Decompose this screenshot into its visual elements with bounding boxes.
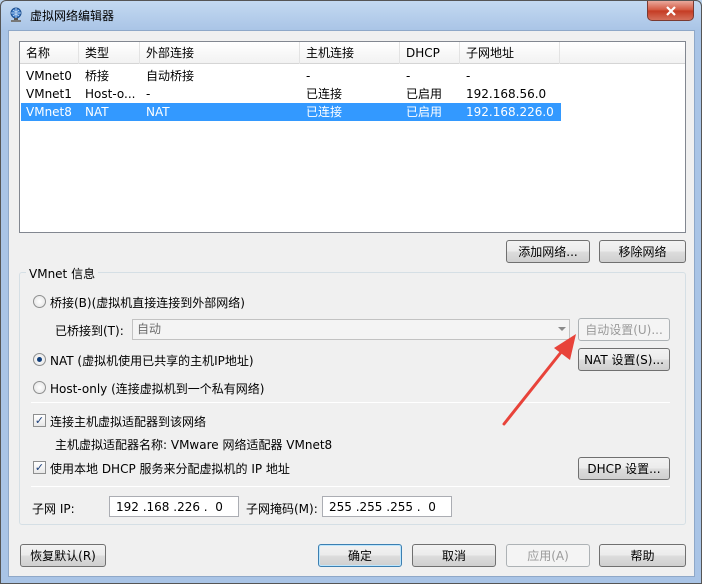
column-header-subnet[interactable]: 子网地址: [460, 42, 560, 64]
hostonly-radio-label[interactable]: Host-only (连接虚拟机到一个私有网络): [50, 380, 264, 397]
cell-name: VMnet8: [26, 105, 72, 119]
table-row-selected[interactable]: VMnet8 NAT NAT 已连接 已启用 192.168.226.0: [21, 103, 561, 121]
cell-dhcp: -: [406, 69, 411, 83]
close-button[interactable]: [647, 1, 694, 21]
cell-external: NAT: [146, 105, 170, 119]
nat-radio[interactable]: [33, 353, 46, 366]
auto-settings-button[interactable]: 自动设置(U)...: [578, 318, 670, 341]
cell-subnet: 192.168.56.0: [466, 87, 547, 101]
nat-radio-label[interactable]: NAT (虚拟机使用已共享的主机IP地址): [50, 352, 254, 369]
cell-name: VMnet1: [26, 87, 72, 101]
vmnet-info-group-label: VMnet 信息: [26, 265, 99, 282]
title-bar[interactable]: 虚拟网络编辑器: [1, 1, 701, 29]
column-header-name[interactable]: 名称: [20, 42, 79, 64]
cell-dhcp: 已启用: [406, 105, 443, 119]
remove-network-button[interactable]: 移除网络: [599, 240, 686, 263]
cell-type: Host-o...: [85, 87, 136, 101]
cell-host: 已连接: [306, 87, 343, 101]
cell-type: 桥接: [85, 69, 110, 83]
apply-button[interactable]: 应用(A): [506, 544, 590, 567]
cell-dhcp: 已启用: [406, 87, 443, 101]
hostonly-radio[interactable]: [33, 381, 46, 394]
bridge-radio-label[interactable]: 桥接(B)(虚拟机直接连接到外部网络): [50, 294, 245, 311]
connect-adapter-label[interactable]: 连接主机虚拟适配器到该网络: [50, 413, 206, 430]
cell-subnet: 192.168.226.0: [466, 105, 554, 119]
cell-type: NAT: [85, 105, 109, 119]
bridged-to-value: 自动: [137, 322, 162, 336]
bridged-to-label: 已桥接到(T):: [55, 324, 124, 338]
ok-button[interactable]: 确定: [318, 544, 402, 567]
subnet-ip-input[interactable]: 192 .168 .226 . 0: [109, 496, 239, 517]
table-row[interactable]: VMnet0 桥接 自动桥接 - - -: [21, 67, 561, 85]
dhcp-checkbox[interactable]: ✓: [33, 461, 46, 474]
close-icon: [665, 5, 676, 16]
dhcp-settings-button[interactable]: DHCP 设置...: [578, 457, 670, 480]
column-header-dhcp[interactable]: DHCP: [400, 42, 460, 64]
cancel-button[interactable]: 取消: [412, 544, 496, 567]
column-header-external[interactable]: 外部连接: [140, 42, 300, 64]
network-list[interactable]: 名称 类型 外部连接 主机连接 DHCP 子网地址 VMnet0 桥接 自动桥接…: [19, 41, 686, 233]
column-header-type[interactable]: 类型: [79, 42, 140, 64]
help-button[interactable]: 帮助: [599, 544, 686, 567]
cell-host: 已连接: [306, 105, 343, 119]
bridge-radio[interactable]: [33, 295, 46, 308]
dialog-client-area: 名称 类型 外部连接 主机连接 DHCP 子网地址 VMnet0 桥接 自动桥接…: [8, 30, 695, 577]
dhcp-label[interactable]: 使用本地 DHCP 服务来分配虚拟机的 IP 地址: [50, 460, 290, 477]
add-network-button[interactable]: 添加网络...: [506, 240, 590, 263]
adapter-name-text: 主机虚拟适配器名称: VMware 网络适配器 VMnet8: [55, 438, 333, 452]
divider: [31, 486, 670, 487]
connect-adapter-checkbox[interactable]: ✓: [33, 414, 46, 427]
cell-host: -: [306, 69, 311, 83]
annotation-arrow-icon: [502, 334, 576, 426]
subnet-mask-value: 255 .255 .255 . 0: [329, 499, 436, 514]
window-title: 虚拟网络编辑器: [30, 9, 115, 23]
chevron-down-icon: [558, 327, 566, 331]
table-row[interactable]: VMnet1 Host-o... - 已连接 已启用 192.168.56.0: [21, 85, 561, 103]
subnet-mask-input[interactable]: 255 .255 .255 . 0: [322, 496, 452, 517]
network-globe-icon: [10, 7, 22, 22]
column-header-host[interactable]: 主机连接: [300, 42, 400, 64]
subnet-mask-label: 子网掩码(M):: [246, 502, 318, 516]
cell-external: 自动桥接: [146, 69, 195, 83]
nat-settings-button[interactable]: NAT 设置(S)...: [578, 348, 670, 371]
cell-subnet: -: [466, 69, 471, 83]
cell-name: VMnet0: [26, 69, 72, 83]
network-list-header: 名称 类型 外部连接 主机连接 DHCP 子网地址: [20, 42, 685, 64]
virtual-network-editor-window: 虚拟网络编辑器 名称 类型 外部连接 主机连接 DHCP 子网地址 VMnet0…: [0, 0, 702, 584]
cell-external: -: [146, 87, 151, 101]
subnet-ip-value: 192 .168 .226 . 0: [116, 499, 223, 514]
subnet-ip-label: 子网 IP:: [32, 502, 75, 516]
restore-defaults-button[interactable]: 恢复默认(R): [20, 544, 106, 567]
